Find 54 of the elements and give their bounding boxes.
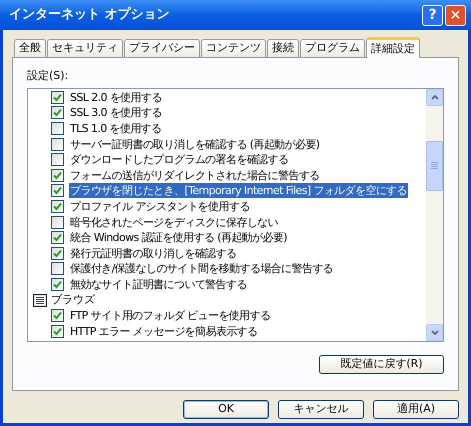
setting-option[interactable]: 保護付き/保護なしのサイト間を移動する場合に警告する (69, 261, 334, 276)
setting-option[interactable]: サーバー証明書の取り消しを確認する (再起動が必要) (69, 136, 320, 152)
setting-option[interactable]: 発行元証明書の取り消しを確認する (69, 246, 238, 261)
tab[interactable]: コンテンツ (201, 39, 266, 57)
scroll-up-button[interactable] (426, 88, 443, 106)
tab[interactable]: プログラム (300, 39, 365, 57)
setting-option[interactable]: SSL 2.0 を使用する (69, 90, 163, 105)
setting-option[interactable]: ブラウザを閉じたとき、[Temporary Internet Files] フォルダを空にする (69, 183, 408, 198)
dialog-button[interactable]: 適用(A) (373, 400, 459, 419)
settings-label: 設定(S): (27, 68, 70, 84)
checkbox[interactable] (51, 200, 64, 213)
checkbox[interactable] (51, 278, 64, 291)
tab[interactable]: プライバシー (124, 39, 200, 57)
checkbox[interactable] (51, 246, 64, 260)
setting-option[interactable]: HTTP エラー メッセージを簡易表示する (69, 324, 259, 339)
checkbox[interactable] (51, 309, 64, 322)
dialog-button[interactable]: OK (183, 400, 269, 419)
checkbox[interactable] (51, 106, 64, 120)
setting-option[interactable]: FTP サイト用のフォルダ ビューを使用する (69, 308, 272, 324)
setting-option[interactable]: SSL 3.0 を使用する (69, 105, 163, 120)
checkbox[interactable] (51, 138, 64, 151)
tab[interactable]: セキュリティ (47, 39, 123, 57)
checkbox[interactable] (51, 262, 64, 276)
setting-option[interactable]: TLS 1.0 を使用する (69, 120, 163, 136)
checkbox[interactable] (51, 231, 64, 244)
scrollbar[interactable] (426, 88, 443, 340)
checkbox[interactable] (51, 90, 64, 104)
category-icon (33, 294, 47, 307)
scroll-thumb[interactable] (426, 140, 443, 190)
setting-option[interactable]: 統合 Windows 認証を使用する (再起動が必要) (69, 230, 288, 246)
help-button[interactable]: ? (422, 4, 443, 26)
tab[interactable]: 詳細設定 (366, 37, 420, 58)
setting-option[interactable]: プロファイル アシスタントを使用する (69, 198, 251, 214)
dialog-button[interactable]: キャンセル (278, 400, 364, 419)
checkbox[interactable] (51, 324, 64, 338)
checkmark-icon (53, 280, 62, 289)
tab[interactable]: 全般 (14, 39, 46, 57)
setting-option[interactable]: フォームの送信がリダイレクトされた場合に警告する (69, 168, 321, 183)
category-label: ブラウズ (51, 292, 95, 308)
setting-option[interactable]: 無効なサイト証明書について警告する (69, 276, 248, 292)
checkbox[interactable] (51, 122, 64, 135)
setting-option[interactable]: ダウンロードしたプログラムの署名を確認する (69, 152, 290, 168)
checkbox[interactable] (51, 168, 64, 182)
setting-option[interactable]: 暗号化されたページをディスクに保存しない (69, 214, 280, 230)
close-button[interactable]: × (445, 4, 466, 26)
restore-defaults-button[interactable]: 既定値に戻す(R) (319, 354, 444, 374)
grip-icon (431, 162, 438, 169)
checkbox[interactable] (51, 216, 64, 229)
window-title: インターネット オプション (9, 6, 171, 24)
checkbox[interactable] (51, 153, 64, 166)
tab[interactable]: 接続 (267, 39, 299, 57)
settings-list[interactable] (27, 88, 444, 342)
scroll-down-button[interactable] (426, 324, 443, 340)
checkbox[interactable] (51, 184, 64, 198)
